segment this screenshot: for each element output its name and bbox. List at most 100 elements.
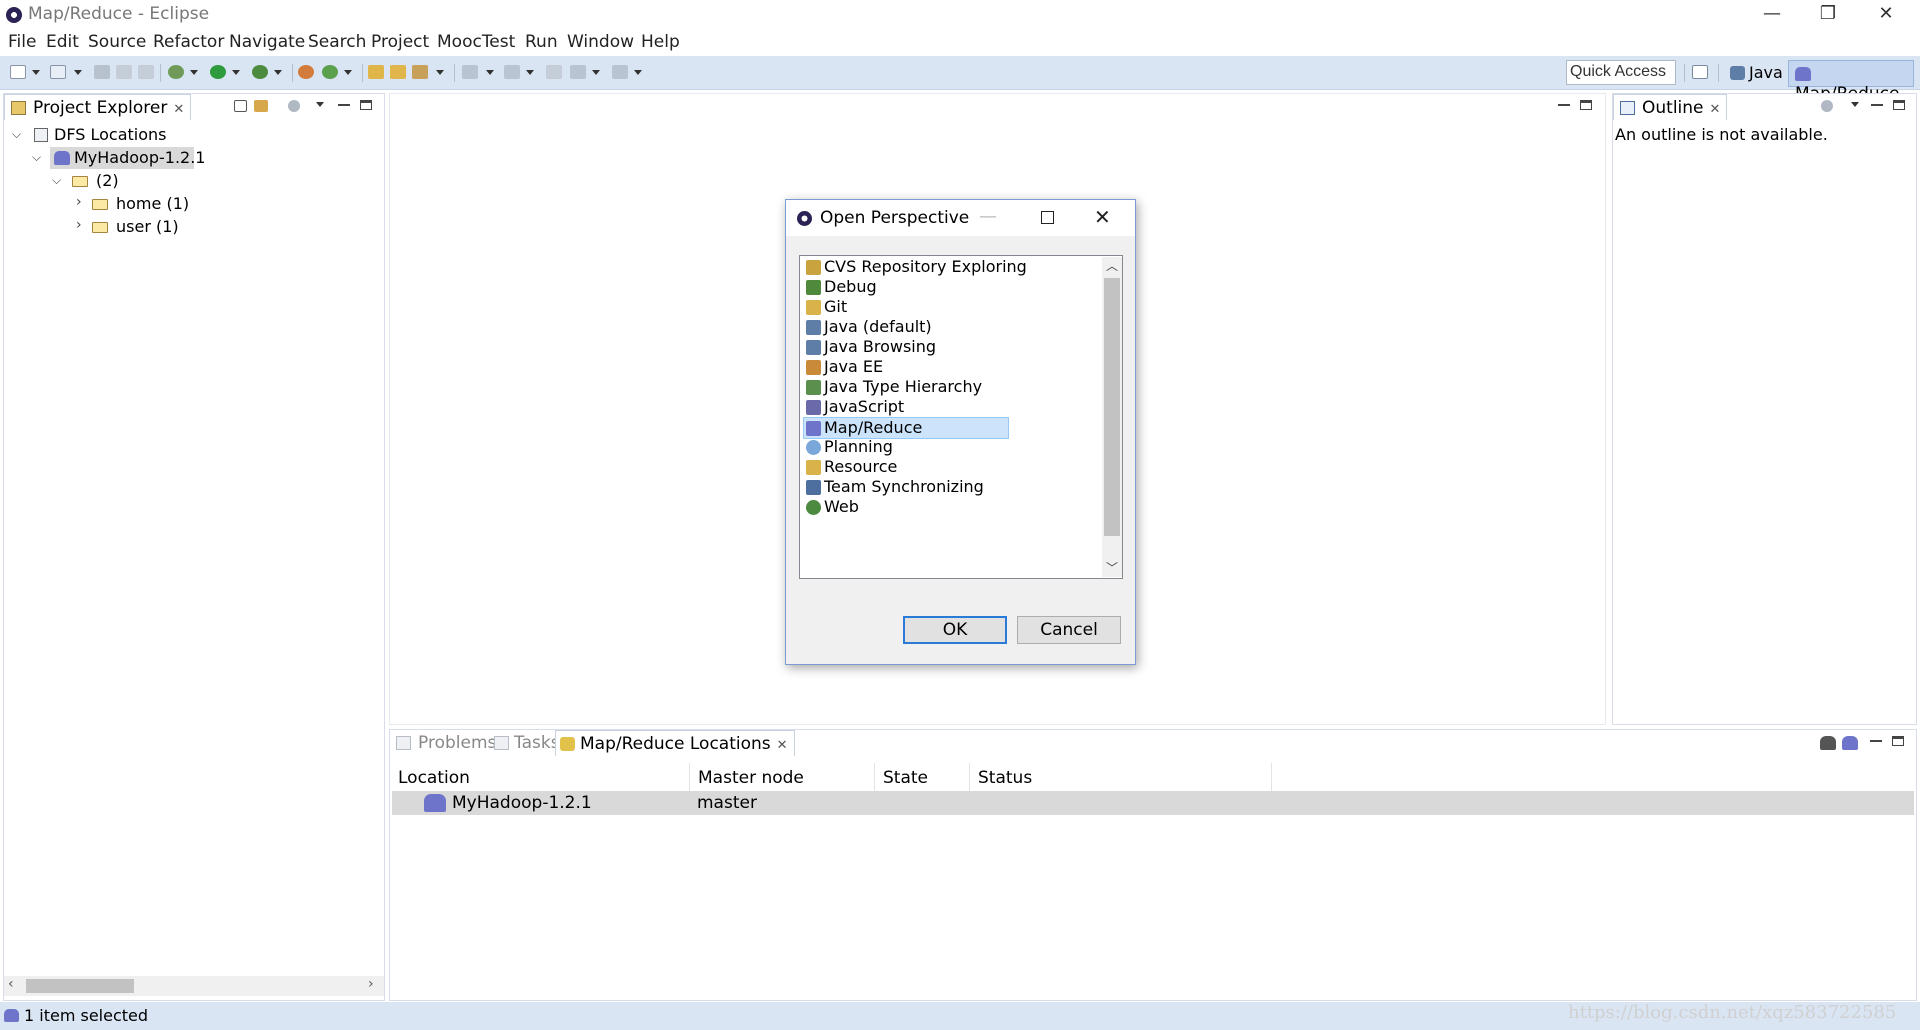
next-annotation-dropdown-icon[interactable] [486,70,494,75]
open-task-icon[interactable] [390,65,406,79]
table-row[interactable]: MyHadoop-1.2.1 master [392,791,1914,815]
minimize-view-icon[interactable] [1870,736,1882,742]
menu-run[interactable]: Run [525,32,558,52]
menu-window[interactable]: Window [567,32,634,52]
minimize-view-icon[interactable] [1871,100,1883,106]
menu-edit[interactable]: Edit [46,32,79,52]
minimize-view-icon[interactable] [338,100,350,106]
restore-button[interactable]: ❐ [1800,0,1856,29]
scroll-down-icon[interactable]: ﹀ [1106,559,1118,576]
search-icon[interactable] [412,65,428,79]
last-edit-location-icon[interactable] [546,65,562,79]
maximize-view-icon[interactable] [360,100,372,110]
edit-location-icon[interactable] [1820,736,1836,750]
close-tab-icon[interactable]: ✕ [173,102,184,117]
open-type-icon[interactable] [368,65,384,79]
search-dropdown-icon[interactable] [436,70,444,75]
chevron-right-icon[interactable]: › [76,194,82,210]
external-tools-icon[interactable] [252,65,268,79]
maximize-view-icon[interactable] [1892,736,1904,746]
external-tools-dropdown-icon[interactable] [274,70,282,75]
maximize-view-icon[interactable] [1893,100,1905,110]
save-icon[interactable] [94,65,110,79]
save-all-icon[interactable] [116,65,132,79]
scroll-right-icon[interactable]: › [368,976,374,992]
prev-annotation-dropdown-icon[interactable] [526,70,534,75]
print-icon[interactable] [138,65,154,79]
tab-project-explorer[interactable]: Project Explorer ✕ [4,94,192,120]
list-item-selected[interactable]: Map/Reduce [803,417,1009,439]
minimize-button[interactable]: — [1744,0,1800,29]
column-status[interactable]: Status [970,763,1272,791]
list-item[interactable]: Java Type Hierarchy [804,377,982,399]
menu-project[interactable]: Project [371,32,429,52]
chevron-down-icon[interactable]: ⌵ [52,173,61,188]
new-class-dropdown-icon[interactable] [344,70,352,75]
list-item[interactable]: JavaScript [804,397,904,419]
scroll-up-icon[interactable]: ︿ [1106,257,1118,274]
menu-refactor[interactable]: Refactor [153,32,224,52]
chevron-right-icon[interactable]: › [76,217,82,233]
menu-source[interactable]: Source [88,32,146,52]
tab-mapreduce-locations[interactable]: Map/Reduce Locations ✕ [555,730,795,756]
ok-button[interactable]: OK [903,616,1007,644]
horizontal-scrollbar[interactable]: ‹ › [4,976,384,996]
perspective-list[interactable]: CVS Repository Exploring Debug Git Java … [799,255,1123,579]
focus-icon[interactable] [1821,100,1833,112]
cancel-button[interactable]: Cancel [1017,616,1121,644]
close-tab-icon[interactable]: ✕ [777,738,788,753]
chevron-down-icon[interactable]: ⌵ [12,127,21,142]
menu-navigate[interactable]: Navigate [229,32,305,52]
list-item[interactable]: Git [804,297,847,319]
perspective-java-button[interactable]: Java [1724,60,1789,86]
list-item[interactable]: Java (default) [804,317,932,339]
view-menu-icon[interactable] [316,102,324,107]
prev-annotation-icon[interactable] [504,65,520,79]
list-item[interactable]: Java EE [804,357,883,379]
focus-icon[interactable] [288,100,300,112]
new-dropdown-icon[interactable] [32,70,40,75]
back-icon[interactable] [570,65,586,79]
debug-icon[interactable] [168,65,184,79]
new-location-icon[interactable] [1842,736,1858,750]
next-annotation-icon[interactable] [462,65,478,79]
forward-dropdown-icon[interactable] [634,70,642,75]
chevron-down-icon[interactable]: ⌵ [32,150,41,165]
quick-access-input[interactable]: Quick Access [1566,60,1676,85]
maximize-editor-icon[interactable] [1580,100,1592,110]
menu-help[interactable]: Help [641,32,680,52]
list-scroll-thumb[interactable] [1104,278,1120,536]
new-window-icon[interactable] [50,65,66,79]
scroll-left-icon[interactable]: ‹ [8,976,14,992]
list-item[interactable]: Planning [804,437,893,459]
link-with-editor-icon[interactable] [254,100,268,112]
back-dropdown-icon[interactable] [592,70,600,75]
menu-search[interactable]: Search [308,32,366,52]
debug-dropdown-icon[interactable] [190,70,198,75]
list-item[interactable]: Debug [804,277,877,299]
collapse-all-icon[interactable] [234,100,247,112]
column-master-node[interactable]: Master node [690,763,875,791]
view-menu-icon[interactable] [1851,102,1859,107]
run-dropdown-icon[interactable] [232,70,240,75]
tab-outline[interactable]: Outline ✕ [1613,94,1728,120]
dialog-close-icon[interactable]: ✕ [1094,205,1111,229]
menu-mooctest[interactable]: MoocTest [437,32,515,52]
new-java-class-icon[interactable] [322,65,338,79]
scroll-thumb[interactable] [26,979,134,993]
menu-file[interactable]: File [8,32,36,52]
close-button[interactable]: ✕ [1858,0,1914,29]
open-perspective-icon[interactable] [1692,65,1708,79]
tab-problems[interactable]: Problems [390,730,502,756]
close-tab-icon[interactable]: ✕ [1710,102,1721,117]
column-state[interactable]: State [875,763,970,791]
run-icon[interactable] [210,65,226,79]
new-window-dropdown-icon[interactable] [74,70,82,75]
perspective-mapreduce-button[interactable]: Map/Reduce [1788,60,1914,104]
list-item[interactable]: Java Browsing [804,337,936,359]
list-item[interactable]: Resource [804,457,897,479]
column-location[interactable]: Location [390,763,690,791]
list-item[interactable]: Team Synchronizing [804,477,984,499]
dialog-maximize-icon[interactable] [1041,211,1054,224]
list-item[interactable]: CVS Repository Exploring [804,257,1027,279]
